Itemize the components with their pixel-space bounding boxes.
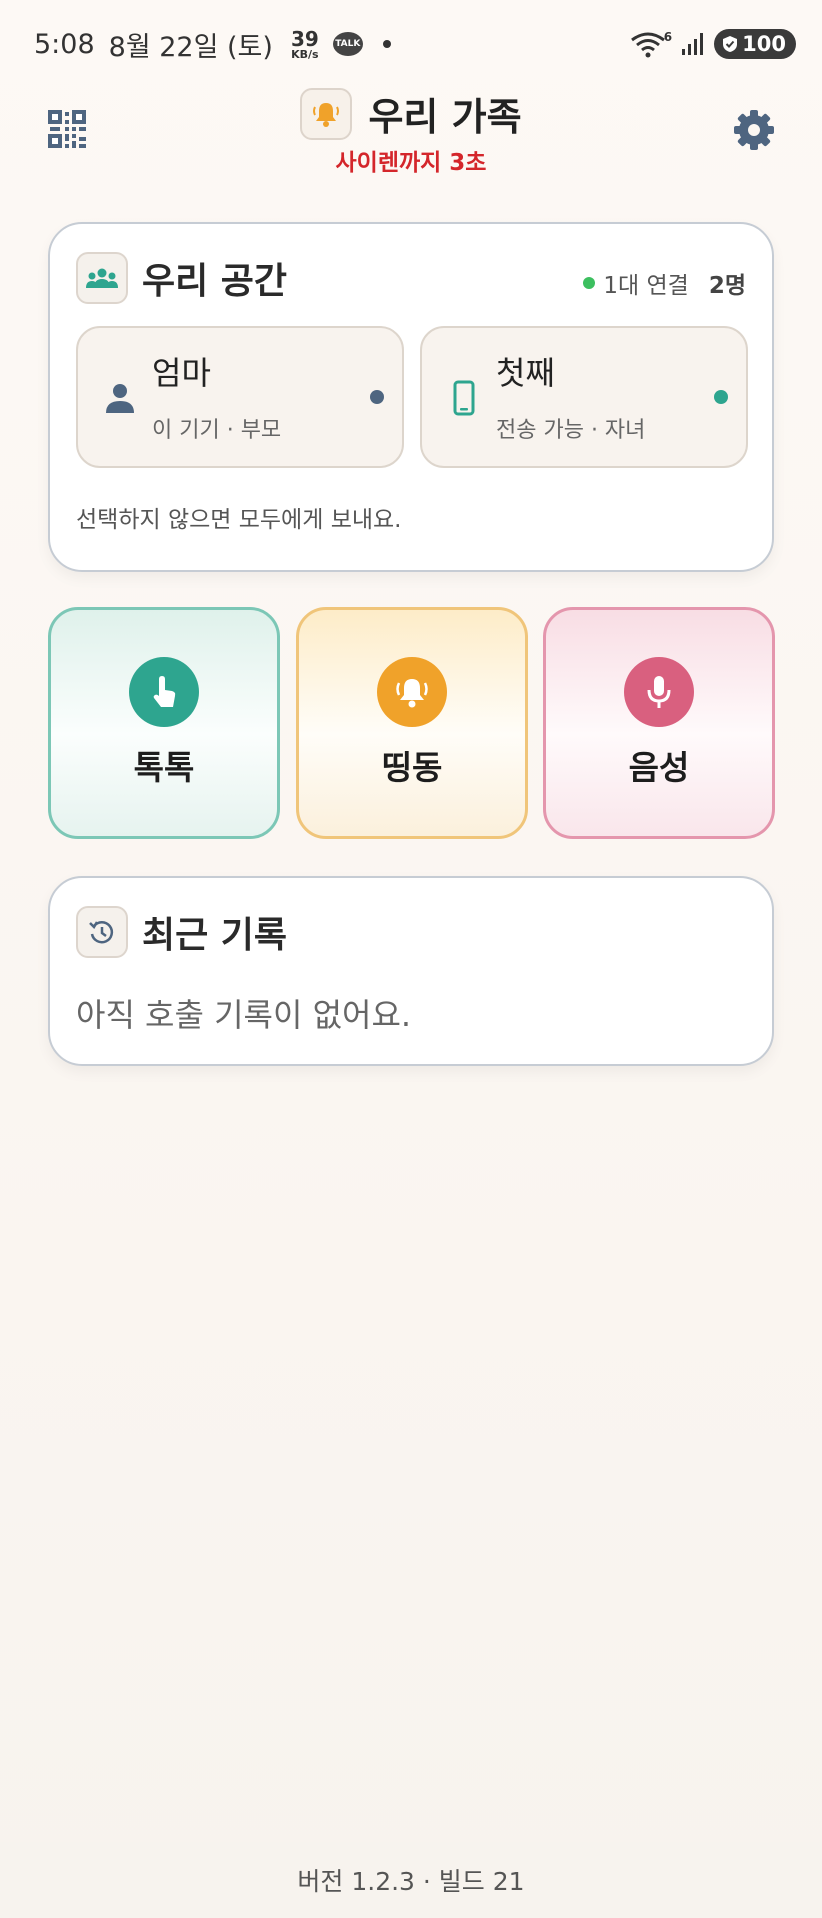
space-card-header: 우리 공간	[76, 252, 287, 304]
version-footer: 버전 1.2.3 · 빌드 21	[0, 1842, 822, 1918]
title-row: 우리 가족	[300, 86, 522, 141]
voice-circle	[624, 657, 694, 727]
page-title: 우리 가족	[368, 95, 522, 139]
member-detail: 전송 가능 · 자녀	[496, 418, 646, 443]
group-tile	[76, 252, 128, 304]
battery-indicator: 100	[714, 29, 796, 59]
history-icon	[89, 921, 114, 944]
member-status-dot	[370, 390, 384, 404]
online-dot-icon	[583, 277, 596, 289]
toktok-button[interactable]: 톡톡	[48, 607, 280, 839]
voice-button[interactable]: 음성	[543, 607, 775, 839]
dingdong-button[interactable]: 띵동	[296, 607, 528, 839]
network-speed: 39 KB/s	[291, 29, 319, 60]
selection-hint: 선택하지 않으면 모두에게 보내요.	[76, 507, 402, 533]
dingdong-circle	[377, 657, 447, 727]
bell-ring-icon	[396, 679, 428, 708]
person-icon	[106, 384, 134, 413]
app-header: 우리 가족 사이렌까지 3초	[0, 86, 822, 186]
battery-level: 100	[742, 32, 786, 56]
group-icon	[86, 268, 118, 288]
member-card-mom[interactable]: 엄마 이 기기 · 부모	[76, 326, 404, 468]
dingdong-label: 띵동	[381, 748, 443, 787]
status-date: 8월 22일 (토)	[108, 31, 273, 63]
signal-icon	[682, 33, 704, 55]
our-space-card: 우리 공간 1대 연결 2명 엄마 이 기기 · 부모 첫째 전송 가능 · 자…	[48, 222, 774, 572]
talk-notification-icon: TALK	[332, 32, 363, 56]
member-count: 2명	[708, 273, 746, 299]
status-right: 6 100	[630, 29, 796, 59]
status-time: 5:08	[34, 28, 95, 60]
recent-history-card: 최근 기록 아직 호출 기록이 없어요.	[48, 876, 774, 1066]
member-card-first-child[interactable]: 첫째 전송 가능 · 자녀	[420, 326, 748, 468]
gear-icon	[734, 110, 774, 150]
speed-value: 39	[290, 26, 319, 51]
wifi-icon	[630, 32, 665, 58]
status-bar: 5:08 8월 22일 (토) 39 KB/s TALK 6 100	[0, 0, 822, 88]
connection-status: 1대 연결 2명	[583, 266, 746, 300]
phone-icon	[453, 380, 475, 416]
bell-icon	[313, 102, 340, 127]
member-name: 첫째	[496, 354, 555, 392]
member-name: 엄마	[152, 354, 211, 392]
toktok-circle	[129, 657, 199, 727]
member-status-dot	[714, 390, 728, 404]
settings-button[interactable]	[732, 108, 776, 152]
history-tile	[76, 906, 128, 958]
toktok-label: 톡톡	[133, 748, 195, 787]
bell-tile	[300, 87, 353, 140]
recent-card-header: 최근 기록	[76, 906, 287, 958]
notification-dot-icon	[382, 40, 391, 48]
recent-title: 최근 기록	[142, 915, 288, 956]
microphone-icon	[647, 676, 671, 708]
tap-hand-icon	[153, 676, 176, 707]
siren-countdown: 사이렌까지 3초	[335, 150, 487, 176]
shield-icon	[723, 36, 738, 52]
member-detail: 이 기기 · 부모	[152, 418, 282, 443]
version-text: 버전 1.2.3 · 빌드 21	[297, 1867, 525, 1896]
space-title: 우리 공간	[142, 261, 288, 302]
status-left: 5:08 8월 22일 (토) 39 KB/s TALK	[34, 25, 391, 64]
title-block: 우리 가족 사이렌까지 3초	[0, 86, 822, 177]
network-type-label: 6	[663, 30, 673, 44]
empty-history-message: 아직 호출 기록이 없어요.	[76, 996, 412, 1034]
voice-label: 음성	[628, 748, 690, 787]
connection-label: 1대 연결	[603, 273, 689, 299]
speed-unit: KB/s	[291, 47, 319, 61]
